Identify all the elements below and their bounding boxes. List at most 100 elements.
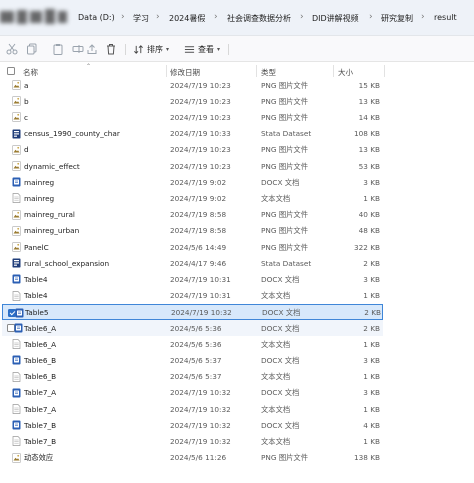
file-row[interactable]: Table4 2024/7/19 10:31 文本文档 1 KB (0, 288, 474, 304)
file-row[interactable]: Table7_A 2024/7/19 10:32 DOCX 文档 3 KB (0, 385, 474, 401)
file-size: 3 KB (363, 177, 380, 187)
file-date: 2024/5/6 11:26 (170, 453, 227, 463)
file-date: 2024/7/19 10:23 (170, 96, 231, 106)
file-name: mainreg (24, 193, 55, 203)
chevron-down-icon: ▾ (166, 45, 170, 53)
file-row[interactable]: Table7_B 2024/7/19 10:32 文本文档 1 KB (0, 433, 474, 449)
view-button[interactable]: 查看 ▾ (184, 42, 220, 56)
file-row[interactable]: Table6_B 2024/5/6 5:37 文本文档 1 KB (0, 369, 474, 385)
file-type: Stata Dataset (261, 258, 312, 268)
docx-icon (12, 420, 21, 430)
file-type: PNG 图片文件 (261, 96, 309, 106)
rename-icon[interactable] (72, 43, 84, 55)
file-date: 2024/7/19 10:32 (170, 436, 231, 446)
file-date: 2024/5/6 5:36 (170, 339, 222, 349)
cut-icon[interactable] (6, 43, 18, 55)
chevron-right-icon: › (156, 12, 160, 22)
file-row[interactable]: Table6_B 2024/5/6 5:37 DOCX 文档 3 KB (0, 352, 474, 368)
file-type: PNG 图片文件 (261, 226, 309, 236)
column-divider[interactable] (384, 65, 385, 77)
delete-icon[interactable] (105, 43, 117, 55)
file-row[interactable]: census_1990_county_char 2024/7/19 10:33 St… (0, 126, 474, 142)
png-icon (12, 80, 21, 90)
breadcrumb-replication[interactable]: 研究复制 (381, 13, 413, 24)
breadcrumb-study[interactable]: 学习 (133, 13, 149, 24)
file-row[interactable]: mainreg 2024/7/19 9:02 DOCX 文档 3 KB (0, 174, 474, 190)
file-size: 3 KB (363, 388, 380, 398)
file-row[interactable]: rural_school_expansion 2024/4/17 9:46 Stat… (0, 255, 474, 271)
file-row[interactable]: Table6_A 2024/5/6 5:36 文本文档 1 KB (0, 336, 474, 352)
file-row[interactable]: c 2024/7/19 10:23 PNG 图片文件 14 KB (0, 109, 474, 125)
file-date: 2024/7/19 10:33 (170, 129, 231, 139)
file-row[interactable]: d 2024/7/19 10:23 PNG 图片文件 13 KB (0, 142, 474, 158)
file-date: 2024/5/6 5:36 (170, 323, 222, 333)
file-size: 1 KB (363, 291, 380, 301)
png-icon (12, 161, 21, 171)
file-row[interactable]: Table7_B 2024/7/19 10:32 DOCX 文档 4 KB (0, 417, 474, 433)
file-row[interactable]: 动态效应 2024/5/6 11:26 PNG 图片文件 138 KB (0, 450, 474, 466)
docx-icon (12, 177, 21, 187)
file-date: 2024/5/6 5:37 (170, 355, 222, 365)
file-name: PanelC (24, 242, 49, 252)
address-bar[interactable]: Data (D:) › 学习 › 2024暑假 › 社会调查数据分析 › DID… (0, 0, 474, 36)
file-type: PNG 图片文件 (261, 112, 309, 122)
file-row[interactable]: Table4 2024/7/19 10:31 DOCX 文档 3 KB (0, 271, 474, 287)
file-name: a (24, 80, 29, 90)
file-row[interactable]: mainreg 2024/7/19 9:02 文本文档 1 KB (0, 190, 474, 206)
file-name: mainreg_urban (24, 226, 80, 236)
file-date: 2024/7/19 9:02 (170, 177, 227, 187)
png-icon (12, 225, 21, 236)
column-divider[interactable] (256, 65, 257, 77)
paste-icon[interactable] (52, 43, 64, 55)
column-divider[interactable] (166, 65, 167, 77)
file-type: 文本文档 (261, 372, 291, 382)
file-size: 1 KB (363, 436, 380, 446)
file-row[interactable]: mainreg_rural 2024/7/19 8:58 PNG 图片文件 40 KB (0, 207, 474, 223)
txt-icon (12, 436, 21, 447)
breadcrumb-result[interactable]: result (434, 13, 457, 22)
copy-icon[interactable] (26, 43, 38, 55)
file-name: dynamic_effect (24, 161, 80, 171)
file-size: 4 KB (363, 420, 380, 430)
breadcrumb-did-videos[interactable]: DID讲解视频 (312, 13, 359, 24)
file-type: PNG 图片文件 (261, 210, 309, 220)
column-divider[interactable] (333, 65, 334, 77)
file-row[interactable]: dynamic_effect 2024/7/19 10:23 PNG 图片文件 53 … (0, 158, 474, 174)
docx-icon (12, 274, 21, 284)
file-row[interactable]: Table6_A 2024/5/6 5:36 DOCX 文档 2 KB (2, 320, 383, 337)
png-icon (12, 452, 21, 463)
file-row[interactable]: PanelC 2024/5/6 14:49 PNG 图片文件 322 KB (0, 239, 474, 255)
file-date: 2024/7/19 10:32 (170, 388, 231, 398)
file-name: c (24, 112, 29, 122)
file-size: 2 KB (363, 323, 380, 333)
breadcrumb-drive[interactable]: Data (D:) (78, 13, 115, 22)
breadcrumb-summer[interactable]: 2024暑假 (169, 13, 205, 24)
sort-button[interactable]: 排序 ▾ (133, 42, 169, 56)
png-icon (12, 209, 21, 220)
share-icon[interactable] (86, 43, 98, 55)
file-row[interactable]: mainreg_urban 2024/7/19 8:58 PNG 图片文件 48 KB (0, 223, 474, 239)
file-type: 文本文档 (261, 291, 291, 301)
file-row[interactable]: a 2024/7/19 10:23 PNG 图片文件 15 KB (0, 77, 474, 93)
file-date: 2024/7/19 10:32 (170, 420, 231, 430)
file-size: 2 KB (363, 258, 380, 268)
file-date: 2024/4/17 9:46 (170, 258, 227, 268)
png-icon (12, 242, 21, 252)
file-type: PNG 图片文件 (261, 453, 309, 463)
file-row[interactable]: b 2024/7/19 10:23 PNG 图片文件 13 KB (0, 93, 474, 109)
file-date: 2024/7/19 9:02 (170, 193, 227, 203)
file-size: 48 KB (358, 226, 380, 236)
file-name: Table7_B (24, 436, 57, 446)
chevron-right-icon: › (121, 12, 125, 22)
file-date: 2024/5/6 14:49 (170, 242, 227, 252)
file-row[interactable]: Table5 2024/7/19 10:32 DOCX 文档 2 KB (2, 303, 383, 320)
breadcrumb-survey[interactable]: 社会调查数据分析 (227, 13, 291, 24)
file-type: PNG 图片文件 (261, 161, 309, 171)
file-type: 文本文档 (261, 404, 291, 414)
select-all-checkbox[interactable] (7, 67, 15, 75)
file-date: 2024/7/19 10:23 (170, 145, 231, 155)
file-name: Table6_A (24, 323, 57, 333)
file-date: 2024/7/19 10:31 (170, 274, 231, 284)
file-size: 1 KB (363, 193, 380, 203)
file-row[interactable]: Table7_A 2024/7/19 10:32 文本文档 1 KB (0, 401, 474, 417)
